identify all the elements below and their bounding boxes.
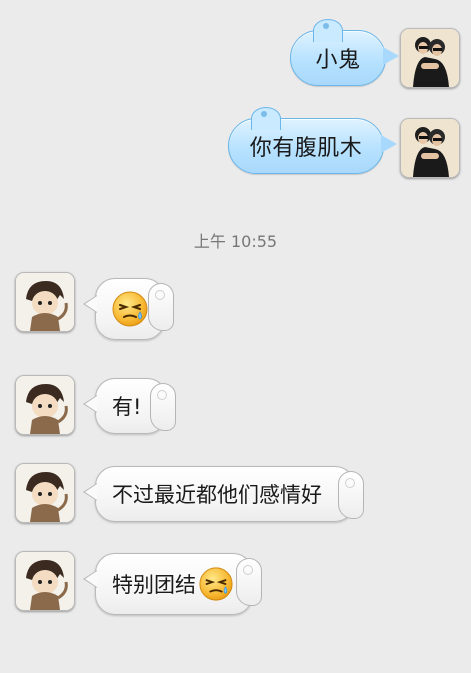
incoming-message-bubble[interactable] [83,278,174,340]
self-avatar[interactable] [400,28,460,88]
bubble-ear-decoration [251,107,281,130]
peer-avatar[interactable] [15,375,75,435]
sweat-squint-emoji-icon [111,290,149,328]
bubble-ear-decoration [338,471,364,519]
chat-view: 小鬼 你有腹肌木 上午 10:55 有! 不过最近都他们感情好 特别团结 [0,0,471,673]
outgoing-message-bubble[interactable]: 小鬼 [290,19,399,86]
bubble-tail [383,47,399,65]
peer-avatar[interactable] [15,463,75,523]
bubble-tail [83,295,97,313]
sweat-squint-emoji-icon [198,566,234,602]
bubble-ear-dot [323,23,329,29]
message-timestamp: 上午 10:55 [193,232,278,251]
message-text: 有! [112,395,142,419]
bubble-ear-dot [261,111,267,117]
message-text: 你有腹肌木 [249,136,363,161]
incoming-message-bubble[interactable]: 不过最近都他们感情好 [83,466,364,522]
message-text: 特别团结 [112,573,196,597]
bubble-tail [83,483,97,501]
bubble-tail [83,395,97,413]
bubble-ear-decoration [150,383,176,431]
message-text: 小鬼 [315,48,361,73]
peer-avatar[interactable] [15,551,75,611]
outgoing-message-bubble[interactable]: 你有腹肌木 [228,107,397,174]
bubble-tail [83,570,97,588]
bubble-tail [381,135,397,153]
incoming-message-bubble[interactable]: 有! [83,378,176,434]
self-avatar[interactable] [400,118,460,178]
incoming-message-bubble[interactable]: 特别团结 [83,553,262,615]
bubble-ear-decoration [313,19,343,42]
message-text: 不过最近都他们感情好 [112,483,322,507]
bubble-ear-decoration [236,558,262,606]
peer-avatar[interactable] [15,272,75,332]
bubble-ear-decoration [148,283,174,331]
